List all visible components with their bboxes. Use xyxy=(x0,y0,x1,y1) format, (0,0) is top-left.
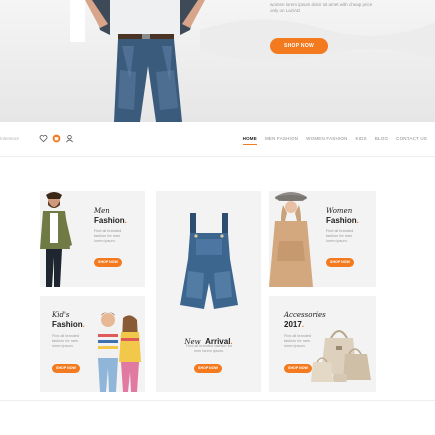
men-model-image xyxy=(40,192,72,287)
card-men-fashion[interactable]: Men Fashion. Find all branded fashion fo… xyxy=(40,191,145,287)
men-card-title: Fashion. xyxy=(94,216,127,225)
nav-icons xyxy=(39,134,74,143)
card-accessories[interactable]: Accessories 2017. Find all branded fashi… xyxy=(269,296,376,392)
new-arrival-description: Find all branded fashion for men lorem i… xyxy=(185,344,232,353)
nav-item-men-fashion[interactable]: MEN FASHION xyxy=(265,136,298,141)
accessories-card-title: 2017. xyxy=(284,320,305,329)
cart-icon[interactable] xyxy=(52,134,61,143)
kids-card-script-title: Kid's xyxy=(52,311,70,319)
men-card-description: Find all branded fashion for men lorem i… xyxy=(94,229,122,243)
accessories-card-title-text: 2017 xyxy=(284,320,302,329)
page: women lorem ipsum dolor sit amet with ch… xyxy=(0,0,435,435)
accessories-shop-now-button[interactable]: SHOP NOW xyxy=(284,364,312,373)
kids-shop-now-button[interactable]: SHOP NOW xyxy=(52,364,80,373)
hero-shop-now-button[interactable]: SHOP NOW xyxy=(270,38,328,54)
nav-item-kids[interactable]: KIDS xyxy=(356,136,367,141)
nav-item-women-fashion[interactable]: WOMEN FASHION xyxy=(306,136,347,141)
card-kids-fashion[interactable]: Kid's Fashion. Find all branded fashion … xyxy=(40,296,145,392)
nav-menu: HOME MEN FASHION WOMEN FASHION KIDS BLOG… xyxy=(242,136,427,145)
new-arrival-shop-now-button[interactable]: SHOP NOW xyxy=(194,364,222,373)
handbags-image xyxy=(311,330,371,382)
men-card-script-title: Men xyxy=(94,207,110,215)
main-navigation: Interstore HOME MEN FASHION WOMEN FASHIO… xyxy=(0,122,435,157)
women-shop-now-button[interactable]: SHOP NOW xyxy=(326,258,354,267)
women-card-title-text: Fashion xyxy=(326,216,357,225)
accessories-card-script-title: Accessories xyxy=(284,311,326,319)
kids-card-title: Fashion. xyxy=(52,320,85,329)
kids-card-title-text: Fashion xyxy=(52,320,83,329)
women-card-script-title: Women xyxy=(326,207,353,215)
nav-item-blog[interactable]: BLOG xyxy=(375,136,388,141)
kids-models-image xyxy=(96,312,141,392)
heart-icon[interactable] xyxy=(39,134,48,143)
overall-shorts-image xyxy=(180,213,238,309)
site-name: Interstore xyxy=(0,136,20,141)
hero-banner: women lorem ipsum dolor sit amet with ch… xyxy=(0,0,435,122)
women-card-description: Find all branded fashion for men lorem i… xyxy=(326,229,354,243)
hero-description: women lorem ipsum dolor sit amet with ch… xyxy=(270,2,373,13)
kids-card-description: Find all branded fashion for men lorem i… xyxy=(52,334,80,348)
card-women-fashion[interactable]: Women Fashion. Find all branded fashion … xyxy=(269,191,376,287)
hero-image xyxy=(0,0,435,122)
card-new-arrival[interactable]: New Arrival. Find all branded fashion fo… xyxy=(156,191,261,392)
men-shop-now-button[interactable]: SHOP NOW xyxy=(94,258,122,267)
section-divider xyxy=(0,400,435,401)
men-card-title-text: Fashion xyxy=(94,216,125,225)
women-model-image xyxy=(269,192,313,287)
women-card-title: Fashion. xyxy=(326,216,359,225)
nav-item-contact-us[interactable]: CONTACT US xyxy=(396,136,427,141)
user-icon[interactable] xyxy=(65,134,74,143)
nav-item-home[interactable]: HOME xyxy=(242,136,258,145)
